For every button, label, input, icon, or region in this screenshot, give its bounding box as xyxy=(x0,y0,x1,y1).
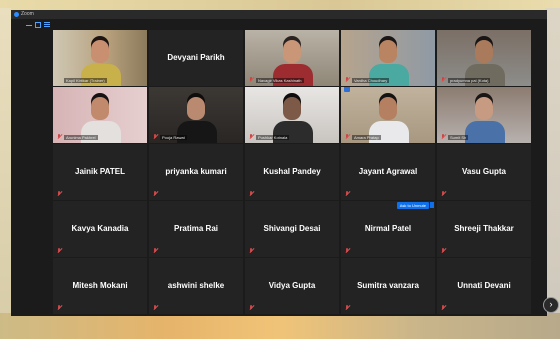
muted-mic-icon xyxy=(57,305,63,310)
muted-mic-icon xyxy=(153,191,159,196)
participant-tile[interactable]: Arunima Pakhrel xyxy=(53,87,147,143)
participant-name: Kavya Kanadia xyxy=(71,224,129,233)
muted-mic-icon xyxy=(57,191,63,196)
participant-tile[interactable]: Kavya Kanadia xyxy=(53,201,147,257)
participant-name: Jainik PATEL xyxy=(75,167,125,176)
participant-name: Unnati Devani xyxy=(457,281,511,290)
muted-mic-icon xyxy=(441,134,447,139)
backdrop-right xyxy=(545,8,560,318)
muted-mic-icon xyxy=(249,248,255,253)
participant-name: priyanka kumari xyxy=(165,167,227,176)
participant-name-tag: Amara Pratap xyxy=(352,135,381,140)
participant-name: Kushal Pandey xyxy=(263,167,321,176)
participant-name: Devyani Parikh xyxy=(167,53,225,62)
participant-name-tag: Sumit Sh xyxy=(448,135,469,140)
more-options-icon[interactable] xyxy=(430,202,434,208)
participant-face xyxy=(283,97,301,120)
participant-tile[interactable]: Shivangi Desai xyxy=(245,201,339,257)
participant-name: Jayant Agrawal xyxy=(358,167,418,176)
backdrop-bottom xyxy=(0,313,560,339)
participant-tile[interactable]: Vardha Choudhary xyxy=(341,30,435,86)
participant-figure xyxy=(465,121,505,143)
participant-tile[interactable]: Mitesh Mokani xyxy=(53,258,147,314)
participant-name-tag: Kapil Kirtikar (Trainer) xyxy=(64,78,107,83)
participant-face xyxy=(187,97,205,120)
participant-name: ashwini shelke xyxy=(167,281,225,290)
app-logo-icon xyxy=(14,12,19,17)
muted-mic-icon xyxy=(249,191,255,196)
participant-name-tag: Pushkar Kotnala xyxy=(256,135,290,140)
participant-tile[interactable]: priyanka kumari xyxy=(149,144,243,200)
participant-name: Vidya Gupta xyxy=(268,281,316,290)
participant-gallery: Kapil Kirtikar (Trainer) Devyani Parikh Na… xyxy=(53,30,533,315)
participant-name-tag: pradyumna pal (Kota) xyxy=(448,78,491,83)
participant-tile[interactable]: Kushal Pandey xyxy=(245,144,339,200)
participant-face xyxy=(91,97,109,120)
muted-mic-icon xyxy=(345,191,351,196)
participant-name-tag: Vardha Choudhary xyxy=(352,78,390,83)
participant-tile[interactable]: Vasu Gupta xyxy=(437,144,531,200)
participant-face xyxy=(379,97,397,120)
participant-name: Shivangi Desai xyxy=(263,224,321,233)
participant-name-tag: Navagir Vikas Kashinath xyxy=(256,78,304,83)
muted-mic-icon xyxy=(345,134,351,139)
muted-mic-icon xyxy=(441,191,447,196)
participant-name: Vasu Gupta xyxy=(461,167,506,176)
muted-mic-icon xyxy=(345,305,351,310)
backdrop-top xyxy=(0,0,560,10)
participant-tile[interactable]: Sumit Sh xyxy=(437,87,531,143)
participant-face xyxy=(475,97,493,120)
participant-name-tag: Arunima Pakhrel xyxy=(64,135,98,140)
participant-name: Sumitra vanzara xyxy=(357,281,419,290)
participant-name: Pratima Rai xyxy=(173,224,219,233)
participant-tile[interactable]: Unnati Devani xyxy=(437,258,531,314)
muted-mic-icon xyxy=(441,305,447,310)
next-page-button[interactable]: › xyxy=(543,297,559,313)
participant-tile[interactable]: pradyumna pal (Kota) xyxy=(437,30,531,86)
muted-mic-icon xyxy=(441,77,447,82)
muted-mic-icon xyxy=(249,77,255,82)
participant-face xyxy=(379,40,397,63)
title-bar: Zoom xyxy=(11,10,547,19)
participant-face xyxy=(475,40,493,63)
muted-mic-icon xyxy=(249,305,255,310)
participant-face xyxy=(283,40,301,63)
app-title: Zoom xyxy=(21,11,34,17)
participant-tile[interactable]: Navagir Vikas Kashinath xyxy=(245,30,339,86)
minimize-icon[interactable] xyxy=(26,22,32,28)
speaker-view-icon[interactable] xyxy=(44,22,50,28)
participant-tile[interactable]: Sumitra vanzara xyxy=(341,258,435,314)
participant-name: Nirmal Patel xyxy=(364,224,412,233)
participant-tile[interactable]: Shreeji Thakkar xyxy=(437,201,531,257)
muted-mic-icon xyxy=(249,134,255,139)
participant-tile[interactable]: Pratima Rai xyxy=(149,201,243,257)
muted-mic-icon xyxy=(345,77,351,82)
backdrop-left xyxy=(0,8,11,318)
meeting-window: Zoom Kapil Kirtikar (Trainer) Devyani Par… xyxy=(11,10,547,316)
muted-mic-icon xyxy=(153,248,159,253)
muted-mic-icon xyxy=(345,248,351,253)
participant-tile[interactable]: Pushkar Kotnala xyxy=(245,87,339,143)
participant-tile[interactable]: Jayant Agrawal xyxy=(341,144,435,200)
participant-tile[interactable]: Jainik PATEL xyxy=(53,144,147,200)
gallery-view-icon[interactable] xyxy=(35,22,41,28)
participant-tile[interactable]: Pooja Rawat xyxy=(149,87,243,143)
participant-tile[interactable]: Amara Pratap xyxy=(341,87,435,143)
muted-mic-icon xyxy=(153,305,159,310)
participant-name-tag: Pooja Rawat xyxy=(160,135,187,140)
muted-mic-icon xyxy=(57,248,63,253)
raised-hand-icon xyxy=(344,87,350,92)
participant-tile[interactable]: Nirmal Patel Ask to Unmute xyxy=(341,201,435,257)
participant-face xyxy=(91,40,109,63)
muted-mic-icon xyxy=(441,248,447,253)
participant-tile[interactable]: ashwini shelke xyxy=(149,258,243,314)
muted-mic-icon xyxy=(57,134,63,139)
muted-mic-icon xyxy=(153,134,159,139)
participant-tile[interactable]: Devyani Parikh xyxy=(149,30,243,86)
participant-name: Shreeji Thakkar xyxy=(454,224,514,233)
participant-tile[interactable]: Vidya Gupta xyxy=(245,258,339,314)
participant-name: Mitesh Mokani xyxy=(72,281,128,290)
ask-to-unmute-button[interactable]: Ask to Unmute xyxy=(396,202,429,209)
participant-tile[interactable]: Kapil Kirtikar (Trainer) xyxy=(53,30,147,86)
